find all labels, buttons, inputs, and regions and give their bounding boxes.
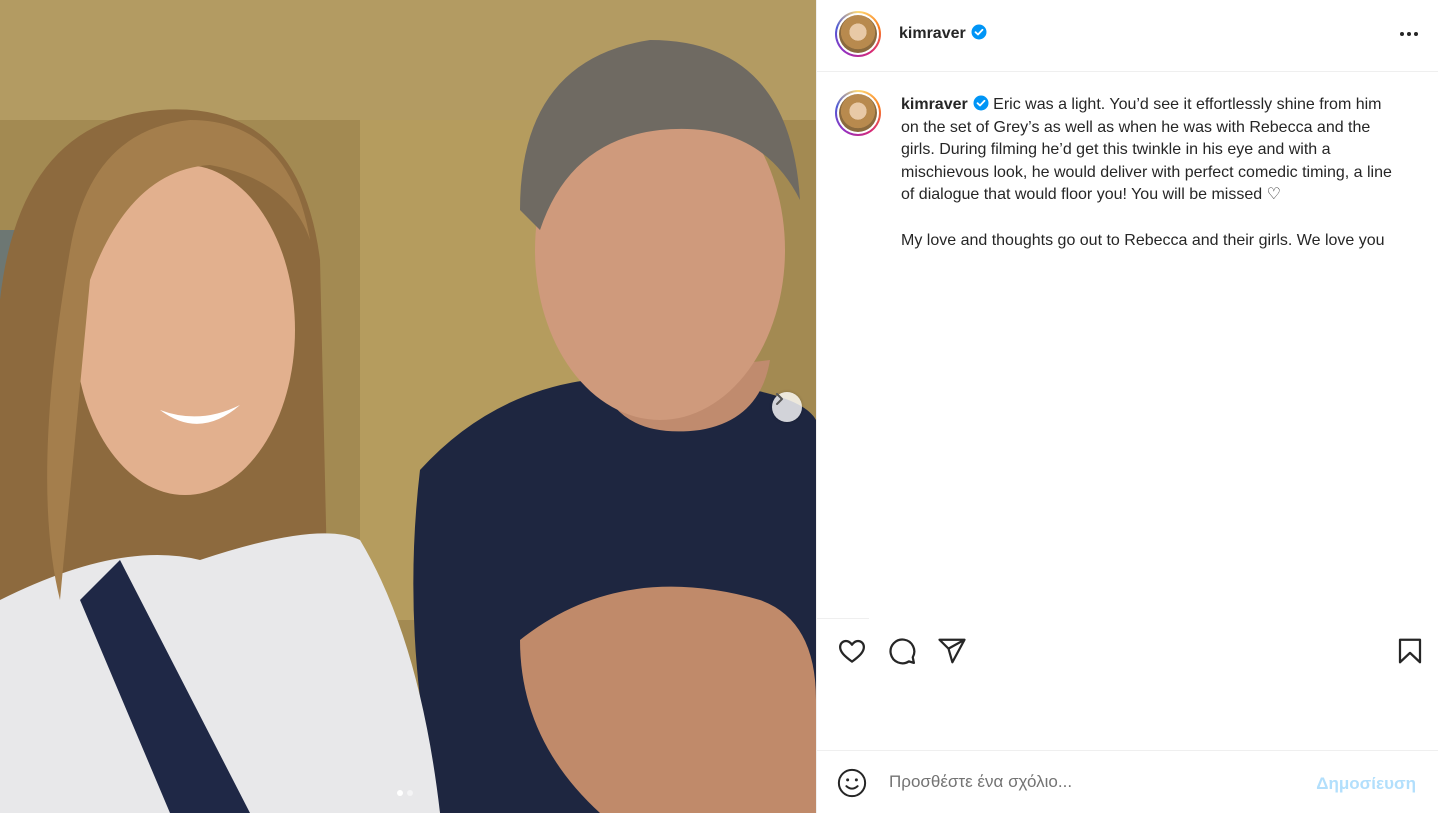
post-photo — [0, 0, 816, 813]
comment-input[interactable] — [887, 771, 1311, 793]
bookmark-icon — [1398, 638, 1422, 664]
carousel-dot-1 — [397, 790, 403, 796]
caption-paragraph-2: My love and thoughts go out to Rebecca a… — [901, 231, 1385, 249]
post-panel: kimraver kimraver Eric was a light. You’… — [816, 0, 1438, 813]
caption-avatar[interactable] — [835, 90, 881, 136]
header-avatar[interactable] — [835, 11, 881, 57]
like-button[interactable] — [837, 636, 867, 671]
share-button[interactable] — [937, 636, 967, 671]
comment-button[interactable] — [887, 636, 917, 671]
share-icon — [938, 638, 966, 664]
carousel-next-button[interactable] — [772, 392, 802, 422]
caption-username[interactable]: kimraver — [901, 96, 968, 113]
avatar-image — [839, 94, 877, 132]
comment-icon — [889, 638, 916, 665]
carousel-indicator — [397, 790, 413, 796]
post-comment-button[interactable]: Δημοσίευση — [1310, 773, 1422, 795]
comment-bar: Δημοσίευση — [817, 750, 1438, 813]
chevron-right-icon — [776, 393, 783, 405]
more-options-button[interactable] — [1399, 24, 1419, 49]
more-icon — [1400, 32, 1418, 36]
post-header: kimraver — [817, 0, 1438, 72]
save-button[interactable] — [1395, 636, 1425, 671]
caption-text: kimraver Eric was a light. You’d see it … — [901, 94, 1401, 252]
emoji-button[interactable] — [837, 768, 867, 803]
header-username[interactable]: kimraver — [899, 25, 966, 42]
emoji-icon — [837, 768, 867, 798]
action-bar — [817, 632, 1438, 672]
heart-icon — [839, 639, 865, 663]
divider — [817, 618, 869, 619]
caption-paragraph-1: Eric was a light. You’d see it effortles… — [901, 96, 1397, 204]
verified-badge-icon — [973, 95, 989, 111]
post-media[interactable] — [0, 0, 816, 813]
carousel-dot-2 — [407, 790, 413, 796]
verified-badge-icon — [971, 24, 987, 40]
avatar-image — [839, 15, 877, 53]
